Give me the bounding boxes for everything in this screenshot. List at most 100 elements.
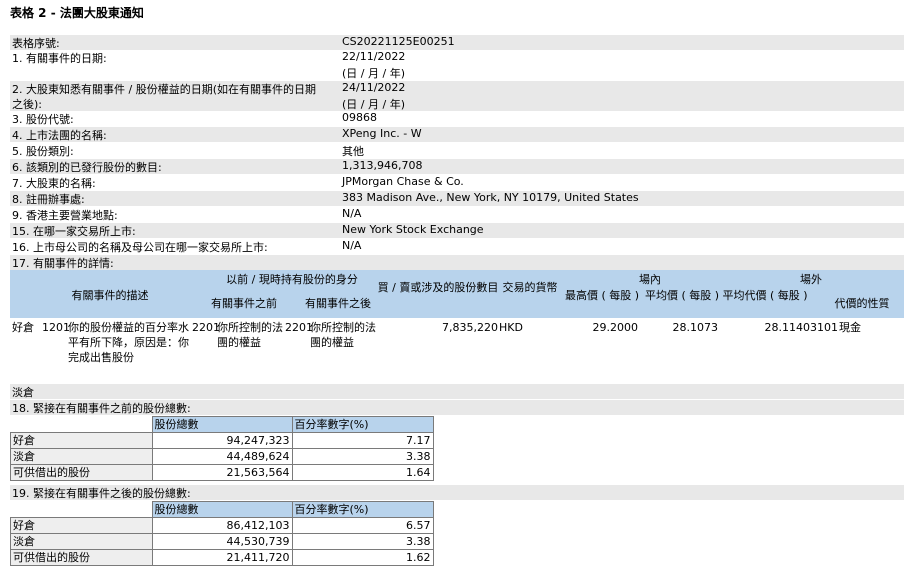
event-highest: 29.2000 [592,321,639,334]
serial-label: 表格序號: [12,37,60,50]
company-name-value: XPeng Inc. - W [342,127,422,140]
aware-date-label-a: 2. 大股東知悉有關事件 / 股份權益的日期(如在有關事件的日期 [12,83,316,96]
hk-office-label: 9. 香港主要營業地點: [12,209,118,222]
col-on-exchange: 場內 [639,273,661,286]
section19-row-name: 可供借出的股份 [10,549,153,566]
exchange-label: 15. 在哪一家交易所上市: [12,225,136,238]
share-class-value: 其他 [342,145,364,158]
table-row: 淡倉 44,530,739 3.38 [10,533,434,550]
registered-office-label: 8. 註冊辦事處: [12,193,85,206]
col-avg-consideration: 平均代價 ( 每股 ) [722,289,808,302]
stock-code-value: 09868 [342,111,377,124]
share-class-label: 5. 股份類別: [12,145,74,158]
section19-row-name: 好倉 [10,517,153,534]
section18-row-name: 淡倉 [10,448,153,465]
stock-code-label: 3. 股份代號: [12,113,74,126]
table-row: 可供借出的股份 21,563,564 1.64 [10,464,434,481]
event-shares: 7,835,220 [442,321,498,334]
col-nature: 代價的性質 [834,297,890,310]
section19-row-pct: 3.38 [291,533,434,550]
registered-office-row: 8. 註冊辦事處: 383 Madison Ave., New York, NY… [10,191,904,206]
section18-row-shares: 44,489,624 [151,448,293,465]
event-before-desc: 你所控制的法團的權益 [217,321,283,349]
section18-row-pct: 7.17 [291,432,434,449]
event-date-row: 1. 有關事件的日期: 22/11/2022 (日 / 月 / 年) [10,50,904,81]
section18-col-pct: 百分率數字(%) [291,416,434,433]
table-row: 淡倉 44,489,624 3.38 [10,448,434,465]
issued-shares-label: 6. 該類別的已發行股份的數目: [12,161,162,174]
table-row: 好倉 94,247,323 7.17 [10,432,434,449]
section19-col-shares: 股份總數 [151,501,293,518]
aware-date-value: 24/11/2022 [342,81,406,94]
section19-col-pct: 百分率數字(%) [291,501,434,518]
parent-exchange-value: N/A [342,239,362,252]
section18-row-name: 好倉 [10,432,153,449]
shareholder-name-value: JPMorgan Chase & Co. [342,175,464,188]
section18-row-name: 可供借出的股份 [10,464,153,481]
event-before-code: 2201 [192,321,220,334]
col-before: 有關事件之前 [211,297,277,310]
section18-row-pct: 1.64 [291,464,434,481]
stock-code-row: 3. 股份代號: 09868 [10,111,904,126]
event-after-code: 2201 [285,321,313,334]
company-name-row: 4. 上市法團的名稱: XPeng Inc. - W [10,127,904,142]
section19-table: 股份總數 百分率數字(%) 好倉 86,412,103 6.57 淡倉 44,5… [10,501,434,566]
event-nature: 現金 [839,321,861,334]
table-row: 好倉 86,412,103 6.57 [10,517,434,534]
hk-office-row: 9. 香港主要營業地點: N/A [10,207,904,222]
event-date-value: 22/11/2022 [342,50,406,63]
share-class-row: 5. 股份類別: 其他 [10,143,904,158]
aware-date-hint: (日 / 月 / 年) [342,98,405,111]
section19-label: 19. 緊接在有關事件之後的股份總數: [12,487,191,500]
col-shares: 買 / 賣或涉及的股份數目 [377,281,499,294]
event-date-label: 1. 有關事件的日期: [12,52,107,65]
col-currency: 交易的貨幣 [502,281,558,294]
col-desc: 有關事件的描述 [71,289,149,302]
event-avg-consideration: 28.11403101 [764,321,838,334]
section18-row-shares: 94,247,323 [151,432,293,449]
event-table-header: 有關事件的描述 以前 / 現時持有股份的身分 有關事件之前 有關事件之後 買 /… [10,270,904,318]
section18-row: 18. 緊接在有關事件之前的股份總數: [10,400,904,415]
section18-row-pct: 3.38 [291,448,434,465]
section19-row: 19. 緊接在有關事件之後的股份總數: [10,485,904,500]
section19-row-shares: 86,412,103 [151,517,293,534]
section18-col-shares: 股份總數 [151,416,293,433]
event-average: 28.1073 [672,321,719,334]
issued-shares-row: 6. 該類別的已發行股份的數目: 1,313,946,708 [10,159,904,174]
section18-corner [10,416,152,433]
event-currency: HKD [499,321,523,334]
company-name-label: 4. 上市法團的名稱: [12,129,107,142]
parent-exchange-label: 16. 上市母公司的名稱及母公司在哪一家交易所上市: [12,241,268,254]
short-position-label: 淡倉 [12,386,34,399]
serial-row: 表格序號: CS20221125E00251 [10,35,904,50]
shareholder-name-label: 7. 大股東的名稱: [12,177,96,190]
section19-row-shares: 21,411,720 [151,549,293,566]
col-capacity: 以前 / 現時持有股份的身分 [226,273,358,286]
section18-label: 18. 緊接在有關事件之前的股份總數: [12,402,191,415]
exchange-value: New York Stock Exchange [342,223,484,236]
section18-row-shares: 21,563,564 [151,464,293,481]
table-row: 可供借出的股份 21,411,720 1.62 [10,549,434,566]
event-code: 1201 [42,321,70,334]
parent-exchange-row: 16. 上市母公司的名稱及母公司在哪一家交易所上市: N/A [10,239,904,254]
section19-row-name: 淡倉 [10,533,153,550]
event-details-label: 17. 有關事件的詳情: [12,257,114,270]
col-after: 有關事件之後 [305,297,371,310]
exchange-row: 15. 在哪一家交易所上市: New York Stock Exchange [10,223,904,238]
col-average: 平均價 ( 每股 ) [644,289,720,302]
section18-table: 股份總數 百分率數字(%) 好倉 94,247,323 7.17 淡倉 44,4… [10,416,434,481]
event-details-row: 17. 有關事件的詳情: [10,255,904,270]
shareholder-name-row: 7. 大股東的名稱: JPMorgan Chase & Co. [10,175,904,190]
serial-value: CS20221125E00251 [342,35,455,48]
section19-row-pct: 1.62 [291,549,434,566]
short-position-row: 淡倉 [10,384,904,399]
aware-date-row: 2. 大股東知悉有關事件 / 股份權益的日期(如在有關事件的日期 之後): 24… [10,81,904,111]
event-position: 好倉 [12,321,34,334]
section19-corner [10,501,152,518]
event-date-hint: (日 / 月 / 年) [342,67,405,80]
col-highest: 最高價 ( 每股 ) [564,289,640,302]
section19-row-pct: 6.57 [291,517,434,534]
section19-row-shares: 44,530,739 [151,533,293,550]
page-title: 表格 2 - 法團大股東通知 [10,6,144,20]
issued-shares-value: 1,313,946,708 [342,159,423,172]
